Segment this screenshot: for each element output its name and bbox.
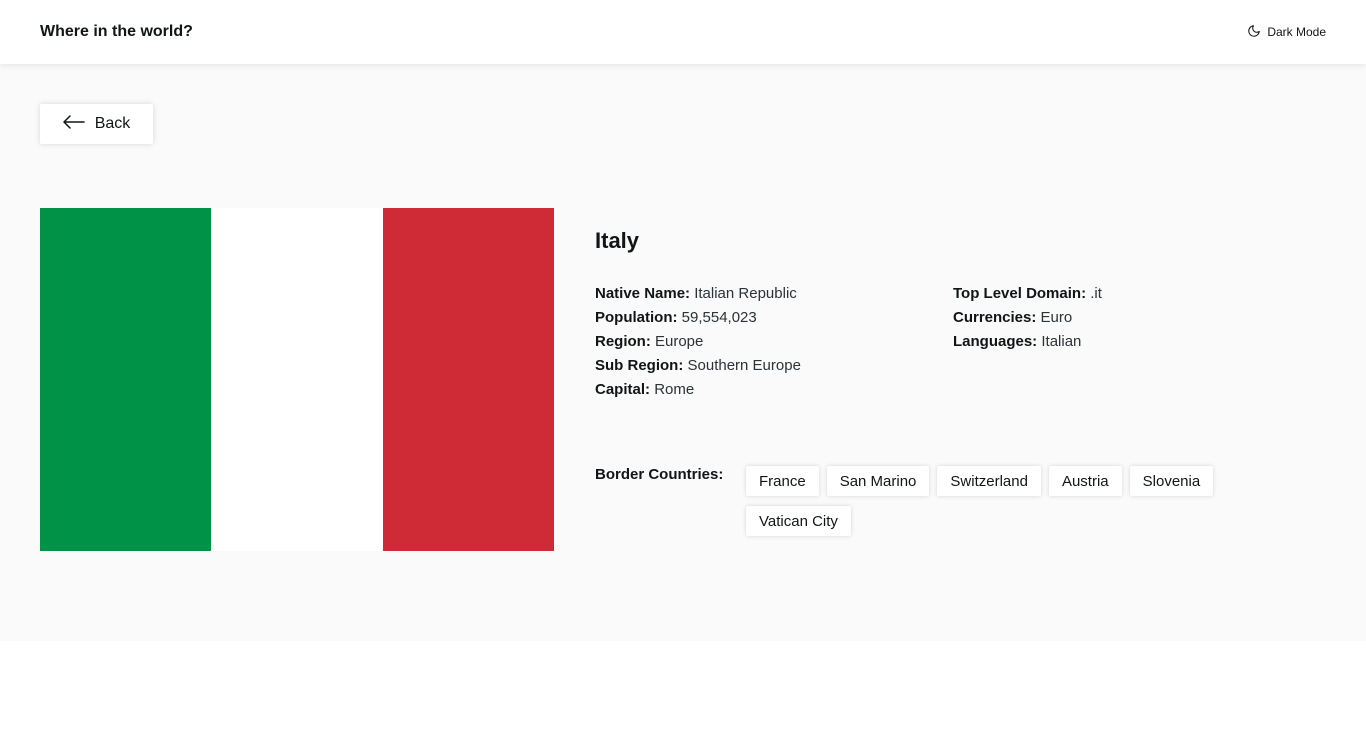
info-top-level-domain: Top Level Domain: .it: [953, 282, 1102, 306]
info-value: Rome: [654, 381, 695, 398]
info-value: .it: [1090, 285, 1102, 302]
border-country-button[interactable]: Vatican City: [746, 506, 851, 536]
info-value: 59,554,023: [681, 309, 757, 326]
info-label: Currencies:: [953, 309, 1037, 326]
info-capital: Capital: Rome: [595, 378, 801, 402]
border-country-list: France San Marino Switzerland Austria Sl…: [746, 466, 1266, 536]
dark-mode-label: Dark Mode: [1267, 25, 1326, 39]
info-value: Europe: [655, 333, 704, 350]
info-value: Italian: [1041, 333, 1082, 350]
info-label: Native Name:: [595, 285, 691, 302]
info-value: Italian Republic: [694, 285, 797, 302]
info-sub-region: Sub Region: Southern Europe: [595, 354, 801, 378]
border-country-button[interactable]: France: [746, 466, 819, 496]
info-value: Euro: [1040, 309, 1073, 326]
flag-stripe-white: [211, 208, 383, 551]
border-country-button[interactable]: Slovenia: [1129, 466, 1214, 496]
info-label: Languages:: [953, 333, 1038, 350]
info-currencies: Currencies: Euro: [953, 306, 1102, 330]
info-population: Population: 59,554,023: [595, 306, 801, 330]
info-label: Population:: [595, 309, 678, 326]
info-native-name: Native Name: Italian Republic: [595, 282, 801, 306]
info-label: Top Level Domain:: [953, 285, 1087, 302]
info-value: Southern Europe: [687, 357, 801, 374]
country-name: Italy: [595, 228, 640, 253]
info-label: Sub Region:: [595, 357, 684, 374]
back-button[interactable]: Back: [40, 104, 153, 144]
info-languages: Languages: Italian: [953, 330, 1102, 354]
info-label: Region:: [595, 333, 651, 350]
back-label: Back: [94, 115, 131, 132]
info-column-secondary: Top Level Domain: .it Currencies: Euro L…: [953, 282, 1102, 354]
site-header: Where in the world? Dark Mode: [0, 0, 1366, 64]
info-region: Region: Europe: [595, 330, 801, 354]
info-label: Capital:: [595, 381, 651, 398]
border-country-button[interactable]: Switzerland: [937, 466, 1041, 496]
flag-stripe-red: [382, 208, 554, 551]
border-country-button[interactable]: San Marino: [826, 466, 930, 496]
border-country-button[interactable]: Austria: [1048, 466, 1122, 496]
country-details: Italy Native Name: Italian Republic Popu…: [595, 228, 1315, 536]
dark-mode-toggle[interactable]: Dark Mode: [1247, 24, 1326, 41]
country-flag: [40, 208, 554, 551]
flag-stripe-green: [40, 208, 212, 551]
info-column-primary: Native Name: Italian Republic Population…: [595, 282, 801, 402]
arrow-left-icon: [62, 114, 85, 134]
site-title[interactable]: Where in the world?: [40, 23, 193, 41]
country-detail-page: Back Italy Native Name: Italian Republic…: [0, 64, 1366, 641]
border-countries-label: Border Countries:: [595, 466, 724, 483]
moon-icon: [1247, 24, 1261, 41]
